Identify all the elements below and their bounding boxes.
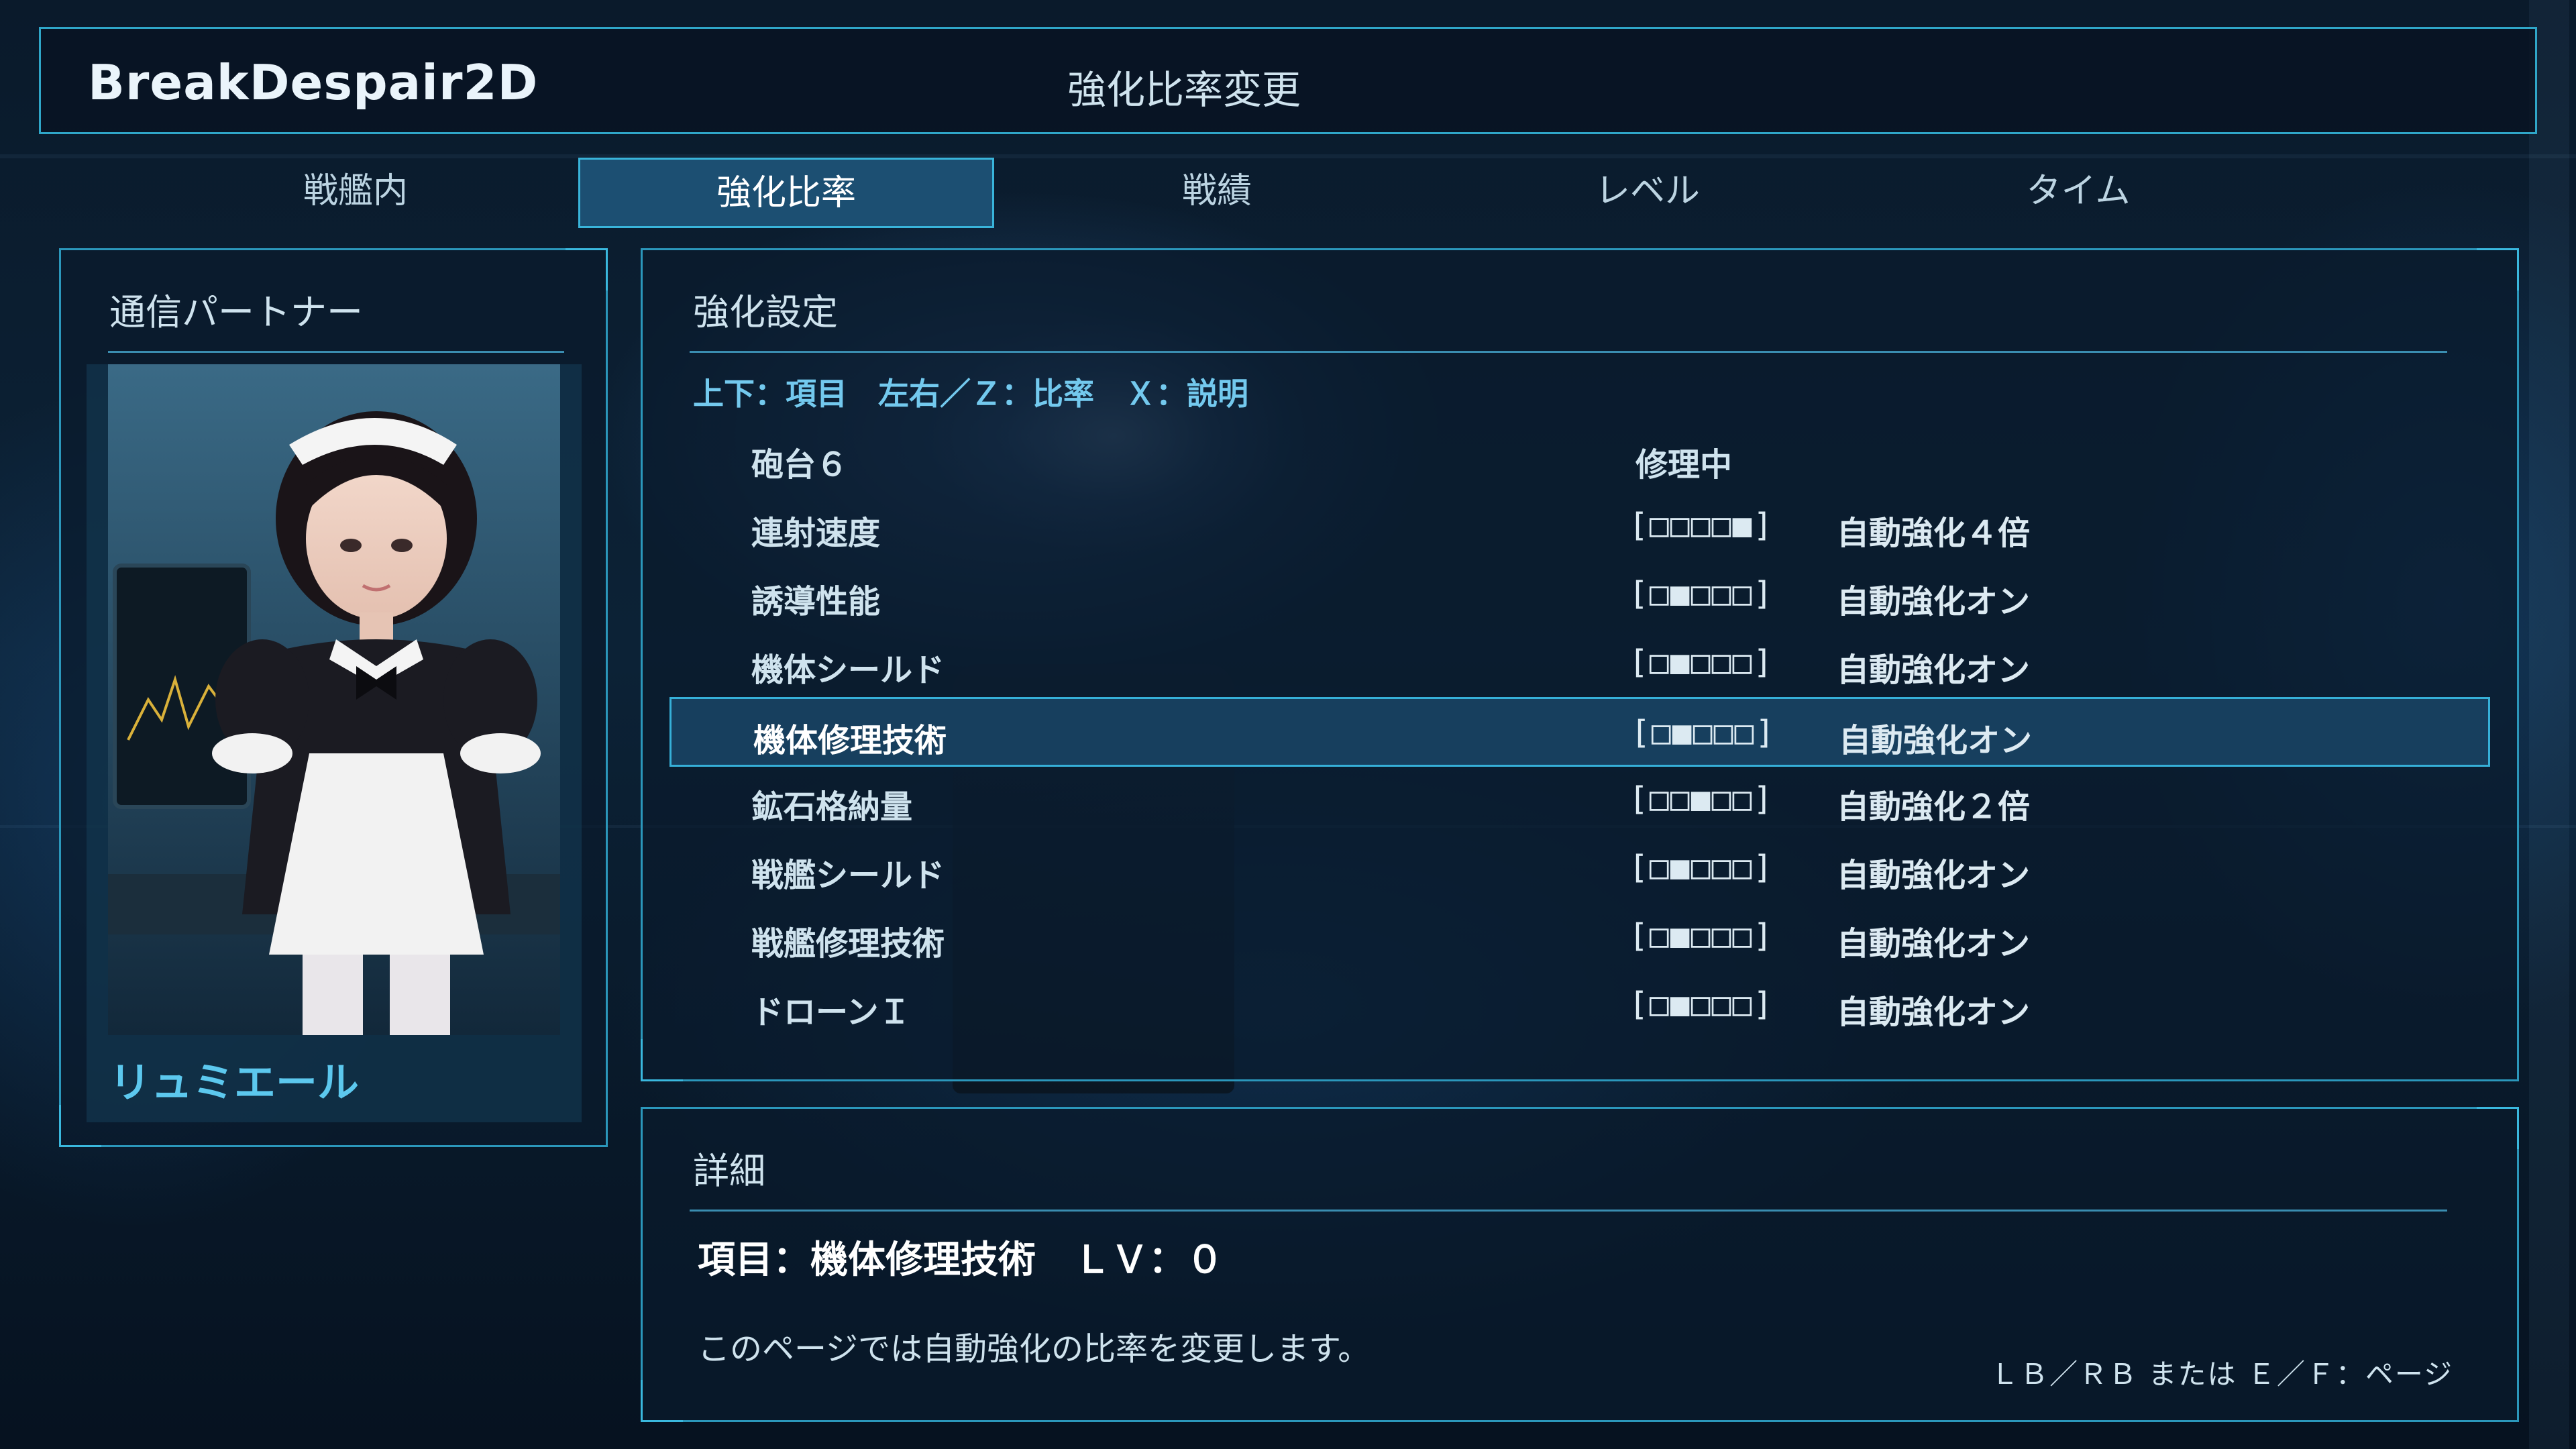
- details-panel: 詳細 項目：機体修理技術 ＬＶ：０ このページでは自動強化の比率を変更します。 …: [641, 1107, 2519, 1422]
- divider: [108, 351, 564, 353]
- ratio-gauge: [□□□□■]: [1629, 506, 1774, 544]
- settings-panel: 強化設定 上下：項目 左右／Ｚ：比率 Ｘ：説明 砲台６ 修理中 連射速度 [□□…: [641, 248, 2519, 1081]
- setting-row-fire-rate[interactable]: 連射速度 [□□□□■] 自動強化４倍: [669, 492, 2490, 561]
- setting-row-ship-shield[interactable]: 機体シールド [□■□□□] 自動強化オン: [669, 629, 2490, 698]
- auto-enhance-mode: 自動強化オン: [1839, 722, 2033, 759]
- ratio-gauge: [□■□□□]: [1629, 917, 1774, 955]
- screen-title: 強化比率変更: [1067, 67, 1301, 113]
- setting-name: 戦艦シールド: [751, 857, 945, 894]
- partner-portrait: [108, 364, 560, 1035]
- ratio-gauge: [□■□□□]: [1631, 714, 1776, 751]
- ratio-gauge: [□■□□□]: [1629, 985, 1774, 1023]
- controls-hint: 上下：項目 左右／Ｚ：比率 Ｘ：説明: [693, 376, 1248, 412]
- setting-name: 連射速度: [751, 515, 881, 552]
- ratio-gauge: [□□■□□]: [1629, 780, 1774, 818]
- setting-row-drone-1[interactable]: ドローンＩ [□■□□□] 自動強化オン: [669, 971, 2490, 1040]
- auto-enhance-mode: 自動強化オン: [1837, 583, 2031, 621]
- setting-status: 修理中: [1635, 446, 1733, 484]
- setting-name: 戦艦修理技術: [751, 925, 945, 963]
- auto-enhance-mode: 自動強化２倍: [1837, 788, 2031, 826]
- title-bar: BreakDespair2D 強化比率変更: [39, 27, 2537, 134]
- tab-record[interactable]: 戦績: [1009, 158, 1425, 228]
- tab-bar: 戦艦内 強化比率 戦績 レベル タイム: [148, 158, 2428, 228]
- setting-name: 機体修理技術: [753, 722, 947, 759]
- tab-ship-interior[interactable]: 戦艦内: [148, 158, 564, 228]
- setting-row-battleship-repair[interactable]: 戦艦修理技術 [□■□□□] 自動強化オン: [669, 902, 2490, 972]
- auto-enhance-mode: 自動強化オン: [1837, 994, 2031, 1031]
- setting-name: 鉱石格納量: [751, 788, 913, 826]
- tab-enhance-ratio[interactable]: 強化比率: [578, 158, 994, 228]
- ratio-gauge: [□■□□□]: [1629, 575, 1774, 612]
- setting-row-turret-6[interactable]: 砲台６ 修理中: [669, 423, 2490, 493]
- settings-heading: 強化設定: [693, 291, 838, 333]
- partner-name: リュミエール: [109, 1058, 360, 1107]
- page-switch-hint: ＬＢ／ＲＢ または Ｅ／Ｆ：ページ: [1990, 1358, 2453, 1391]
- tab-level[interactable]: レベル: [1440, 158, 1856, 228]
- divider: [690, 1210, 2447, 1212]
- auto-enhance-mode: 自動強化オン: [1837, 651, 2031, 689]
- app-title: BreakDespair2D: [88, 54, 539, 111]
- setting-name: 砲台６: [751, 446, 849, 484]
- details-heading: 詳細: [693, 1150, 765, 1192]
- setting-row-ore-storage[interactable]: 鉱石格納量 [□□■□□] 自動強化２倍: [669, 765, 2490, 835]
- ratio-gauge: [□■□□□]: [1629, 849, 1774, 886]
- auto-enhance-mode: 自動強化オン: [1837, 857, 2031, 894]
- auto-enhance-mode: 自動強化オン: [1837, 925, 2031, 963]
- partner-panel: 通信パートナー リュミエール: [59, 248, 608, 1147]
- details-item-level: 項目：機体修理技術 ＬＶ：０: [698, 1238, 1224, 1282]
- tab-time[interactable]: タイム: [1870, 158, 2286, 228]
- auto-enhance-mode: 自動強化４倍: [1837, 515, 2031, 552]
- setting-name: 機体シールド: [751, 651, 945, 689]
- divider: [690, 351, 2447, 353]
- setting-name: 誘導性能: [751, 583, 881, 621]
- setting-row-ship-repair[interactable]: 機体修理技術 [□■□□□] 自動強化オン: [669, 697, 2490, 767]
- setting-row-battleship-shield[interactable]: 戦艦シールド [□■□□□] 自動強化オン: [669, 834, 2490, 904]
- setting-name: ドローンＩ: [751, 994, 911, 1031]
- partner-heading: 通信パートナー: [109, 291, 363, 333]
- portrait-frame: [87, 364, 582, 1122]
- ratio-gauge: [□■□□□]: [1629, 643, 1774, 681]
- details-description: このページでは自動強化の比率を変更します。: [698, 1330, 1371, 1368]
- setting-row-homing[interactable]: 誘導性能 [□■□□□] 自動強化オン: [669, 560, 2490, 630]
